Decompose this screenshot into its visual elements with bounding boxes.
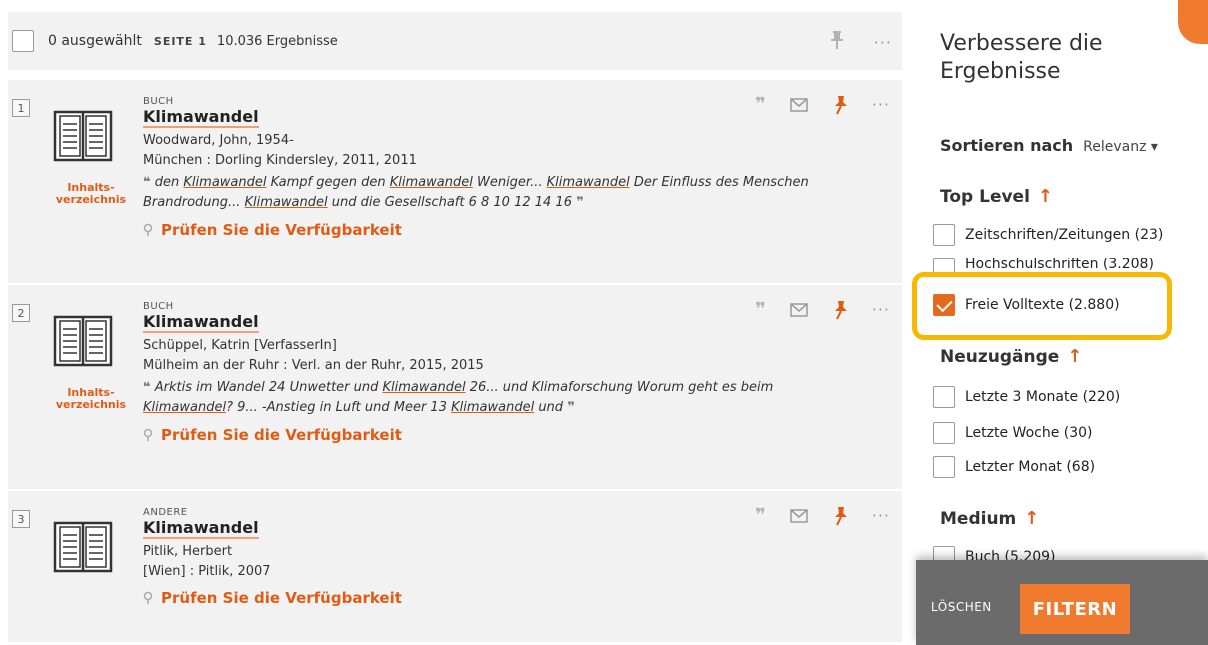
- result-publication: München : Dorling Kindersley, 2011, 2011: [143, 153, 417, 168]
- results-toolbar: 0 ausgewählt SEITE 1 10.036 Ergebnisse ·…: [8, 12, 902, 70]
- book-icon[interactable]: [52, 311, 114, 369]
- filter-checkbox[interactable]: [933, 456, 955, 478]
- sort-label: Sortieren nach: [940, 136, 1074, 155]
- result-number: 2: [12, 304, 30, 322]
- page-indicator: SEITE 1: [153, 34, 207, 48]
- pin-fab-button[interactable]: [1178, 0, 1208, 44]
- result-author: Schüppel, Katrin [VerfasserIn]: [143, 338, 337, 353]
- quote-icon[interactable]: ❞: [755, 299, 766, 320]
- pin-icon[interactable]: [832, 95, 848, 115]
- more-icon[interactable]: ···: [872, 506, 890, 525]
- result-number: 1: [12, 99, 30, 117]
- result-title[interactable]: Klimawandel: [143, 519, 259, 539]
- quote-icon[interactable]: ❞: [755, 505, 766, 526]
- result-author: Pitlik, Herbert: [143, 544, 233, 559]
- mail-icon[interactable]: [789, 508, 808, 523]
- result-item: 3 ANDERE Klimawandel Pitlik, Herbert [Wi…: [8, 491, 902, 642]
- filter-item[interactable]: Letzte Woche (30): [933, 422, 1093, 444]
- location-icon: [143, 428, 153, 441]
- clear-button[interactable]: LÖSCHEN: [931, 600, 992, 614]
- more-icon[interactable]: ···: [872, 300, 890, 319]
- results-panel: 0 ausgewählt SEITE 1 10.036 Ergebnisse ·…: [0, 0, 916, 645]
- filter-checkbox[interactable]: [933, 224, 955, 246]
- filter-item[interactable]: Zeitschriften/Zeitungen (23): [933, 224, 1163, 246]
- result-title[interactable]: Klimawandel: [143, 108, 259, 128]
- sort-dropdown[interactable]: Relevanz ▾: [1083, 139, 1158, 155]
- quote-icon[interactable]: ❞: [755, 94, 766, 115]
- toc-link[interactable]: Inhalts-verzeichnis: [48, 182, 134, 206]
- result-publication: [Wien] : Pitlik, 2007: [143, 564, 271, 579]
- filter-button[interactable]: FILTERN: [1020, 584, 1130, 634]
- mail-icon[interactable]: [789, 97, 808, 112]
- filter-item[interactable]: Letzter Monat (68): [933, 456, 1095, 478]
- select-all-checkbox[interactable]: [12, 30, 34, 52]
- location-icon: [143, 223, 153, 236]
- toc-link[interactable]: Inhalts-verzeichnis: [48, 387, 134, 411]
- more-icon[interactable]: ···: [874, 33, 892, 52]
- section-medium[interactable]: Medium ↑: [940, 508, 1039, 529]
- filter-item[interactable]: Letzte 3 Monate (220): [933, 386, 1120, 408]
- result-snippet: ❝ den Klimawandel Kampf gegen den Klimaw…: [143, 175, 809, 210]
- availability-link[interactable]: Prüfen Sie die Verfügbarkeit: [143, 589, 863, 607]
- pin-icon[interactable]: [830, 30, 844, 54]
- section-neuzugaenge[interactable]: Neuzugänge ↑: [940, 346, 1082, 367]
- result-item: 2 Inhalts-verzeichnis BUCH Klimawandel S…: [8, 285, 902, 489]
- result-title[interactable]: Klimawandel: [143, 313, 259, 333]
- pin-icon[interactable]: [832, 506, 848, 526]
- arrow-up-icon: ↑: [1024, 508, 1040, 529]
- filter-checkbox[interactable]: [933, 386, 955, 408]
- mail-icon[interactable]: [789, 302, 808, 317]
- result-author: Woodward, John, 1954-: [143, 133, 294, 148]
- more-icon[interactable]: ···: [872, 95, 890, 114]
- filter-checkbox[interactable]: [933, 422, 955, 444]
- results-count: 10.036 Ergebnisse: [216, 33, 338, 49]
- sort-control: Sortieren nach Relevanz ▾: [940, 136, 1158, 155]
- pin-icon[interactable]: [832, 300, 848, 320]
- sidebar-title: Verbessere die Ergebnisse: [940, 31, 1103, 84]
- location-icon: [143, 591, 153, 604]
- selected-count: 0 ausgewählt: [48, 33, 142, 49]
- highlight-box: [912, 272, 1172, 340]
- result-publication: Mülheim an der Ruhr : Verl. an der Ruhr,…: [143, 358, 484, 373]
- result-number: 3: [12, 510, 30, 528]
- book-icon[interactable]: [52, 106, 114, 164]
- book-icon[interactable]: [52, 517, 114, 575]
- result-snippet: ❝ Arktis im Wandel 24 Unwetter und Klima…: [143, 380, 774, 415]
- filter-action-bar: LÖSCHEN FILTERN: [916, 560, 1208, 645]
- arrow-up-icon: ↑: [1067, 346, 1083, 367]
- section-top-level[interactable]: Top Level ↑: [940, 186, 1053, 207]
- arrow-up-icon: ↑: [1037, 186, 1053, 207]
- result-item: 1 Inhalts-verzeichnis BUCH Klimawandel W…: [8, 80, 902, 283]
- availability-link[interactable]: Prüfen Sie die Verfügbarkeit: [143, 426, 863, 444]
- availability-link[interactable]: Prüfen Sie die Verfügbarkeit: [143, 221, 863, 239]
